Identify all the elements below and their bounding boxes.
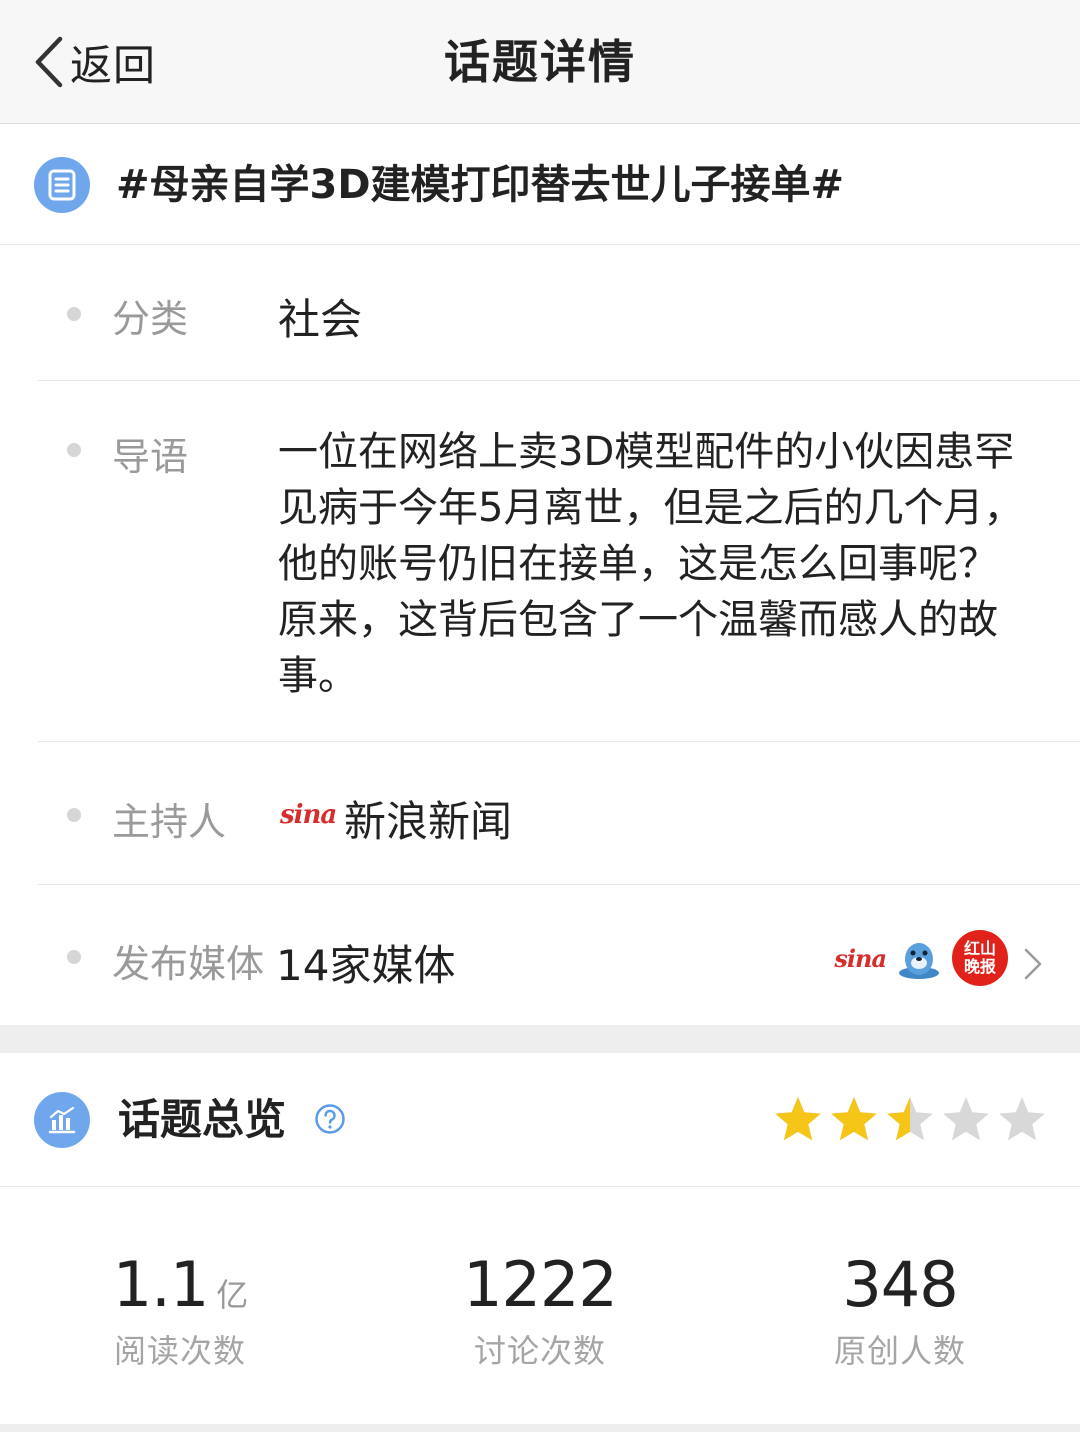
star-empty-icon bbox=[999, 1097, 1045, 1141]
topic-list-icon bbox=[34, 157, 90, 213]
bottom-separator bbox=[0, 1424, 1080, 1432]
bullet-dot bbox=[67, 443, 81, 457]
media-value: 14家媒体 bbox=[276, 941, 456, 990]
divider bbox=[38, 741, 1080, 742]
bullet-dot bbox=[67, 307, 81, 321]
overview-title: 话题总览 bbox=[118, 1095, 287, 1144]
divider bbox=[38, 884, 1080, 885]
intro-text: 一位在网络上卖3D模型配件的小伙因患罕见病于今年5月离世，但是之后的几个月，他的… bbox=[278, 429, 1024, 699]
media-icons: sina 红山晚报 bbox=[834, 928, 1008, 988]
star-filled-icon bbox=[831, 1097, 877, 1141]
intro-label: 导语 bbox=[112, 435, 189, 479]
category-row: 分类 社会 bbox=[0, 246, 1080, 380]
stat-label: 阅读次数 bbox=[113, 1332, 246, 1370]
media-label: 发布媒体 bbox=[112, 942, 265, 986]
hongshan-evening-news-logo: 红山晚报 bbox=[952, 930, 1008, 986]
stat-value: 1.1 亿 bbox=[0, 1248, 360, 1321]
overview-header: 话题总览 bbox=[0, 1053, 1080, 1187]
help-icon[interactable] bbox=[314, 1103, 346, 1135]
stats-row: 1.1 亿 阅读次数 1222 讨论次数 348 原创人数 bbox=[0, 1188, 1080, 1418]
topic-header: #母亲自学3D建模打印替去世儿子接单# bbox=[0, 124, 1080, 245]
stat-label: 讨论次数 bbox=[473, 1332, 606, 1370]
stat-label: 原创人数 bbox=[833, 1332, 966, 1370]
seal-mascot-icon bbox=[899, 943, 939, 979]
category-value: 社会 bbox=[278, 295, 363, 344]
stat-unit: 亿 bbox=[216, 1276, 248, 1314]
star-empty-icon bbox=[943, 1097, 989, 1141]
star-filled-icon bbox=[775, 1097, 821, 1141]
stat-number: 348 bbox=[842, 1248, 958, 1321]
stat-value: 1222 bbox=[360, 1248, 720, 1321]
section-separator bbox=[0, 1025, 1080, 1053]
stat-number: 1222 bbox=[463, 1248, 618, 1321]
sina-media-logo: sina bbox=[834, 943, 887, 973]
host-label: 主持人 bbox=[112, 800, 227, 844]
sina-logo: sina bbox=[280, 800, 337, 830]
stat-discussions: 1222 讨论次数 bbox=[360, 1188, 720, 1418]
divider bbox=[38, 380, 1080, 381]
rating-stars bbox=[775, 1097, 1045, 1141]
nav-bar: 返回 话题详情 bbox=[0, 0, 1080, 124]
stat-reads: 1.1 亿 阅读次数 bbox=[0, 1188, 360, 1418]
host-value[interactable]: 新浪新闻 bbox=[344, 788, 512, 849]
stat-original-users: 348 原创人数 bbox=[720, 1188, 1080, 1418]
stat-value: 348 bbox=[720, 1248, 1080, 1321]
page-title: 话题详情 bbox=[444, 35, 636, 89]
chart-icon bbox=[34, 1092, 90, 1148]
bullet-dot bbox=[67, 808, 81, 822]
category-label: 分类 bbox=[112, 297, 189, 341]
stat-number: 1.1 bbox=[112, 1248, 210, 1321]
bullet-dot bbox=[67, 950, 81, 964]
hongshan-logo-text: 红山晚报 bbox=[963, 939, 996, 976]
topic-title: #母亲自学3D建模打印替去世儿子接单# bbox=[116, 162, 845, 208]
chevron-right-icon[interactable] bbox=[1022, 946, 1044, 982]
